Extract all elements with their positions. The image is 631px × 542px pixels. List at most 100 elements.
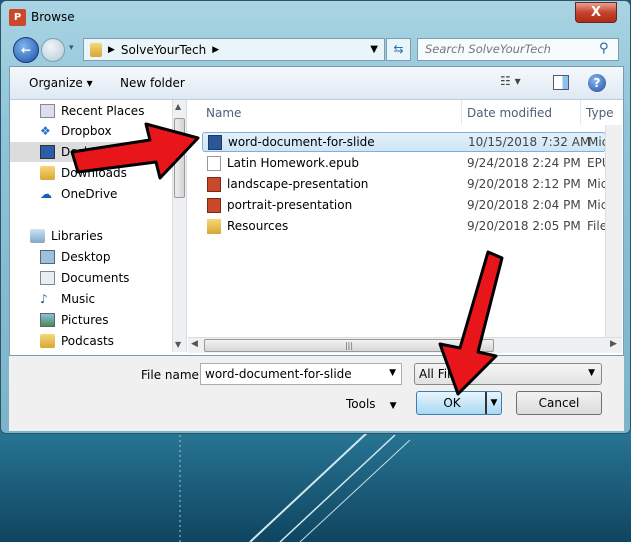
- forward-button[interactable]: [41, 38, 65, 62]
- sidebar-item-label: Podcasts: [61, 334, 114, 348]
- column-headers: Name Date modified Type: [188, 100, 614, 125]
- sidebar-item-label: Desktop: [61, 145, 111, 159]
- file-row[interactable]: Latin Homework.epub 9/24/2018 2:24 PM EP…: [202, 153, 607, 173]
- file-date: 9/20/2018 2:05 PM: [467, 219, 581, 233]
- tools-button[interactable]: Tools ▼: [346, 397, 396, 411]
- file-date: 9/20/2018 2:12 PM: [467, 177, 581, 191]
- help-icon[interactable]: ?: [588, 74, 606, 92]
- sidebar-item-podcasts[interactable]: Podcasts: [40, 331, 114, 351]
- chevron-down-icon[interactable]: ▼: [389, 368, 396, 378]
- scrollbar-thumb[interactable]: [174, 118, 185, 198]
- file-name-value: word-document-for-slide: [205, 367, 352, 381]
- folder-icon: [40, 334, 55, 348]
- file-list-vertical-scrollbar[interactable]: [605, 125, 622, 337]
- column-divider[interactable]: [580, 100, 581, 125]
- scroll-up-icon[interactable]: ▲: [175, 102, 181, 111]
- sidebar-item-label: Recent Places: [61, 104, 145, 118]
- folder-file-icon: [207, 218, 221, 234]
- back-button[interactable]: ←: [13, 37, 39, 63]
- sidebar-item-label: OneDrive: [61, 187, 118, 201]
- organize-button[interactable]: Organize ▾: [29, 76, 93, 90]
- horizontal-scrollbar[interactable]: ◀ ||| ▶: [188, 337, 622, 353]
- file-name-input[interactable]: word-document-for-slide ▼: [200, 363, 402, 385]
- file-type: Micros: [587, 177, 607, 191]
- powerpoint-icon: P: [9, 9, 26, 26]
- dropbox-icon: ❖: [40, 124, 51, 138]
- breadcrumb-solveyourtech[interactable]: SolveYourTech: [121, 43, 206, 57]
- sidebar-item-label: Music: [61, 292, 96, 306]
- window-title: Browse: [31, 10, 75, 24]
- chevron-down-icon[interactable]: ▼: [588, 368, 595, 378]
- ok-label: OK: [443, 396, 461, 410]
- recent-places-icon: [40, 104, 55, 118]
- desktop-icon: [40, 145, 55, 159]
- sidebar-item-library-desktop[interactable]: Desktop: [40, 247, 111, 267]
- chevron-down-icon: ▼: [389, 401, 397, 411]
- file-row[interactable]: Resources 9/20/2018 2:05 PM File fol: [202, 216, 607, 236]
- file-row[interactable]: word-document-for-slide 10/15/2018 7:32 …: [202, 132, 608, 152]
- sidebar-item-music[interactable]: ♪ Music: [40, 289, 95, 309]
- scrollbar-thumb[interactable]: |||: [204, 339, 494, 352]
- sidebar-item-libraries[interactable]: Libraries: [30, 226, 103, 246]
- scroll-right-icon[interactable]: ▶: [610, 339, 617, 349]
- nav-pane-scrollbar[interactable]: ▲ ▼: [172, 100, 186, 352]
- breadcrumb-chevron-icon: ▶: [212, 44, 220, 55]
- sidebar-item-pictures[interactable]: Pictures: [40, 310, 109, 330]
- new-folder-button[interactable]: New folder: [120, 76, 185, 90]
- desktop-icon: [40, 250, 55, 264]
- folder-icon: [40, 166, 55, 180]
- file-type: File fol: [587, 219, 607, 233]
- close-button[interactable]: X: [575, 2, 617, 23]
- file-type-select[interactable]: All Files ▼: [414, 363, 602, 385]
- sidebar-item-label: Pictures: [61, 313, 109, 327]
- recent-pages-dropdown[interactable]: ▾: [69, 43, 74, 53]
- folder-icon: [90, 42, 102, 57]
- scroll-left-icon[interactable]: ◀: [191, 339, 198, 349]
- column-header-date[interactable]: Date modified: [467, 106, 552, 120]
- file-type-value: All Files: [419, 367, 465, 381]
- column-divider[interactable]: [461, 100, 462, 125]
- sidebar-item-downloads[interactable]: Downloads: [40, 163, 127, 183]
- sidebar-item-documents[interactable]: Documents: [40, 268, 129, 288]
- file-row[interactable]: portrait-presentation 9/20/2018 2:04 PM …: [202, 195, 607, 215]
- file-type: EPUB F: [587, 156, 607, 170]
- search-input[interactable]: Search SolveYourTech: [417, 38, 619, 61]
- pictures-icon: [40, 313, 55, 327]
- file-type: Micros: [587, 198, 607, 212]
- dialog-footer: File name: word-document-for-slide ▼ All …: [9, 356, 624, 431]
- preview-pane-icon[interactable]: [553, 75, 569, 90]
- sidebar-item-desktop[interactable]: Desktop: [40, 142, 111, 162]
- address-dropdown-icon[interactable]: ▼: [370, 44, 378, 55]
- file-name: Resources: [227, 219, 289, 233]
- file-date: 10/15/2018 7:32 AM: [468, 135, 591, 149]
- view-options-icon[interactable]: ☷ ▾: [500, 74, 521, 88]
- sidebar-item-onedrive[interactable]: ☁ OneDrive: [40, 184, 117, 204]
- sidebar-item-label: Documents: [61, 271, 130, 285]
- navigation-pane: Recent Places ❖ Dropbox Desktop Downloads…: [10, 100, 187, 352]
- scroll-down-icon[interactable]: ▼: [175, 340, 181, 349]
- sidebar-item-dropbox[interactable]: ❖ Dropbox: [40, 121, 112, 141]
- file-name: landscape-presentation: [227, 177, 369, 191]
- file-name: portrait-presentation: [227, 198, 353, 212]
- file-name: Latin Homework.epub: [227, 156, 360, 170]
- ppt-file-icon: [207, 176, 221, 192]
- column-header-name[interactable]: Name: [206, 106, 241, 120]
- sidebar-item-recent-places[interactable]: Recent Places: [40, 101, 144, 121]
- refresh-button[interactable]: ⇆: [386, 38, 411, 61]
- desktop-background: [0, 420, 631, 542]
- search-icon[interactable]: ⚲: [599, 41, 609, 56]
- file-row[interactable]: landscape-presentation 9/20/2018 2:12 PM…: [202, 174, 607, 194]
- column-header-type[interactable]: Type: [586, 106, 614, 120]
- ok-dropdown-icon[interactable]: ▼: [485, 392, 501, 414]
- breadcrumb-chevron-icon: ▶: [108, 44, 115, 55]
- sidebar-item-label: Libraries: [51, 229, 103, 243]
- file-date: 9/24/2018 2:24 PM: [467, 156, 581, 170]
- file-date: 9/20/2018 2:04 PM: [467, 198, 581, 212]
- cancel-button[interactable]: Cancel: [516, 391, 602, 415]
- address-bar[interactable]: ▶ SolveYourTech ▶ ▼: [83, 38, 385, 61]
- tools-label: Tools: [346, 397, 376, 411]
- ok-button[interactable]: OK ▼: [416, 391, 502, 415]
- sidebar-item-label: Dropbox: [61, 124, 112, 138]
- browse-dialog: P Browse X ← ▾ ▶ SolveYourTech ▶ ▼ ⇆ Sea…: [0, 0, 631, 434]
- desktop-streaks: [179, 420, 411, 542]
